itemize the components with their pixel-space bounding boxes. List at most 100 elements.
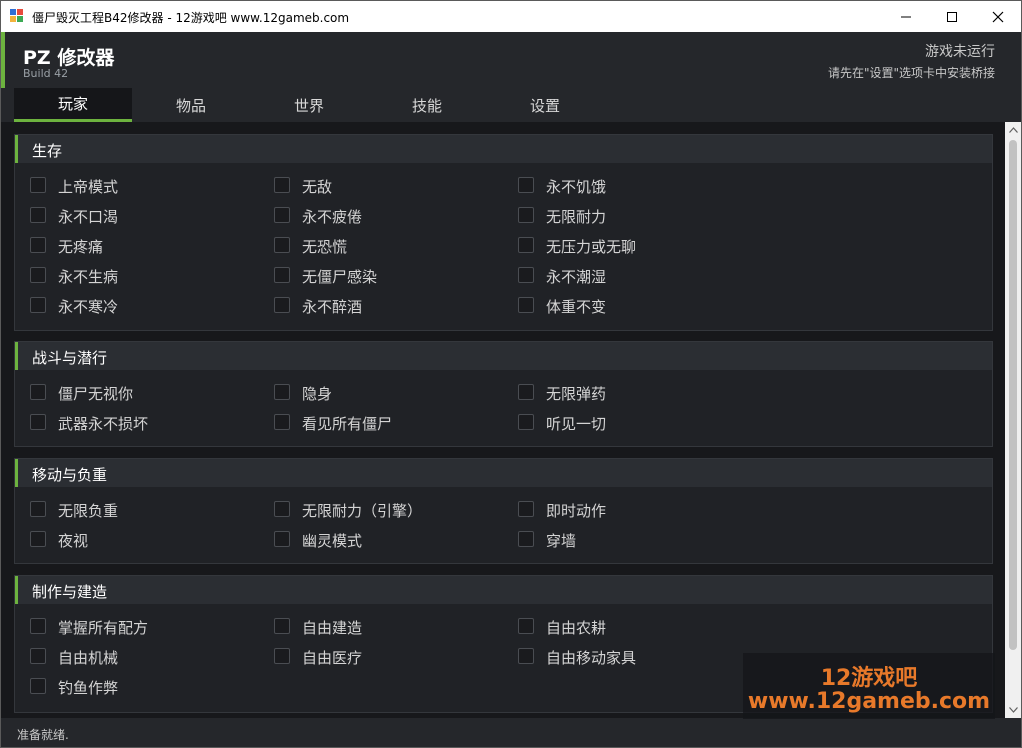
- option-label: 永不寒冷: [58, 298, 119, 316]
- scroll-down-button[interactable]: [1005, 702, 1021, 718]
- checkbox[interactable]: [518, 648, 534, 664]
- app-title: PZ 修改器: [23, 47, 115, 69]
- build-label: Build 42: [23, 67, 69, 80]
- tab-label: 物品: [175, 96, 206, 115]
- checkbox[interactable]: [518, 177, 534, 193]
- option-label: 无压力或无聊: [546, 238, 637, 256]
- option-label: 无限耐力（引擎）: [302, 502, 423, 520]
- checkbox[interactable]: [274, 414, 290, 430]
- checkbox[interactable]: [274, 267, 290, 283]
- scroll-up-button[interactable]: [1005, 122, 1021, 138]
- maximize-button[interactable]: [929, 1, 975, 32]
- tab-settings[interactable]: 设置: [486, 88, 604, 122]
- checkbox[interactable]: [30, 297, 46, 313]
- close-icon: [992, 11, 1004, 22]
- section-movement-weight: 移动与负重 无限负重 无限耐力（引擎） 即时动作 夜视 幽灵模式 穿墙: [14, 458, 993, 564]
- maximize-icon: [947, 11, 957, 22]
- tab-label: 世界: [293, 96, 324, 115]
- app-window-icon: [10, 9, 24, 23]
- watermark-url: www.12gameb.com: [747, 689, 991, 714]
- option-label: 即时动作: [546, 502, 607, 520]
- option-label: 永不醉酒: [302, 298, 363, 316]
- section-title: 生存: [32, 142, 63, 160]
- window-title: 僵尸毁灭工程B42修改器 - 12游戏吧 www.12gameb.com: [32, 11, 350, 25]
- checkbox[interactable]: [518, 207, 534, 223]
- checkbox[interactable]: [274, 297, 290, 313]
- minimize-button[interactable]: [883, 1, 929, 32]
- checkbox[interactable]: [518, 618, 534, 634]
- checkbox[interactable]: [274, 384, 290, 400]
- tab-skills[interactable]: 技能: [368, 88, 486, 122]
- tab-items[interactable]: 物品: [132, 88, 250, 122]
- checkbox[interactable]: [518, 297, 534, 313]
- minimize-icon: [901, 16, 911, 17]
- checkbox[interactable]: [274, 207, 290, 223]
- game-status: 游戏未运行: [925, 44, 995, 60]
- status-bar: 准备就绪.: [1, 718, 1021, 747]
- vertical-scrollbar[interactable]: [1005, 122, 1021, 718]
- checkbox[interactable]: [518, 384, 534, 400]
- scrollbar-thumb[interactable]: [1009, 140, 1017, 650]
- section-title: 战斗与潜行: [32, 349, 108, 367]
- header-accent-bar: [1, 32, 5, 88]
- checkbox[interactable]: [518, 414, 534, 430]
- checkbox[interactable]: [30, 648, 46, 664]
- tab-content-player: 生存 上帝模式 无敌 永不饥饿 永不口渴 永不疲倦 无限耐力 无疼痛 无恐慌 无…: [1, 122, 1005, 718]
- tab-label: 玩家: [57, 95, 88, 113]
- section-header: 生存: [15, 135, 992, 163]
- option-label: 上帝模式: [58, 178, 119, 196]
- option-label: 无恐慌: [302, 238, 348, 256]
- checkbox[interactable]: [274, 177, 290, 193]
- checkbox[interactable]: [30, 177, 46, 193]
- option-label: 幽灵模式: [302, 532, 363, 550]
- checkbox[interactable]: [274, 501, 290, 517]
- option-label: 永不生病: [58, 268, 119, 286]
- option-label: 僵尸无视你: [58, 385, 134, 403]
- checkbox[interactable]: [518, 501, 534, 517]
- watermark-site-name: 12游戏吧: [820, 666, 918, 691]
- section-title: 制作与建造: [32, 583, 108, 601]
- section-header: 战斗与潜行: [15, 342, 992, 370]
- checkbox[interactable]: [30, 531, 46, 547]
- checkbox[interactable]: [30, 414, 46, 430]
- option-label: 永不口渴: [58, 208, 119, 226]
- checkbox[interactable]: [274, 648, 290, 664]
- checkbox[interactable]: [30, 384, 46, 400]
- watermark: 12游戏吧 www.12gameb.com: [743, 653, 995, 719]
- option-label: 永不疲倦: [302, 208, 363, 226]
- option-label: 无限弹药: [546, 385, 607, 403]
- checkbox[interactable]: [30, 618, 46, 634]
- option-label: 无僵尸感染: [302, 268, 378, 286]
- tab-world[interactable]: 世界: [250, 88, 368, 122]
- option-label: 隐身: [302, 385, 333, 403]
- option-label: 自由移动家具: [546, 649, 637, 667]
- checkbox[interactable]: [30, 678, 46, 694]
- status-hint: 请先在"设置"选项卡中安装桥接: [827, 66, 995, 80]
- close-button[interactable]: [975, 1, 1021, 32]
- section-survival: 生存 上帝模式 无敌 永不饥饿 永不口渴 永不疲倦 无限耐力 无疼痛 无恐慌 无…: [14, 134, 993, 331]
- checkbox[interactable]: [518, 237, 534, 253]
- section-combat-stealth: 战斗与潜行 僵尸无视你 隐身 无限弹药 武器永不损坏 看见所有僵尸 听见一切: [14, 341, 993, 447]
- checkbox[interactable]: [518, 267, 534, 283]
- option-label: 夜视: [58, 532, 89, 550]
- section-header: 制作与建造: [15, 576, 992, 604]
- option-label: 无限耐力: [546, 208, 607, 226]
- option-label: 自由医疗: [302, 649, 363, 667]
- tab-label: 技能: [411, 96, 442, 115]
- checkbox[interactable]: [274, 237, 290, 253]
- tab-player[interactable]: 玩家: [14, 88, 132, 122]
- checkbox[interactable]: [30, 267, 46, 283]
- checkbox[interactable]: [274, 531, 290, 547]
- checkbox[interactable]: [30, 207, 46, 223]
- checkbox[interactable]: [30, 501, 46, 517]
- checkbox[interactable]: [274, 618, 290, 634]
- option-label: 掌握所有配方: [58, 619, 149, 637]
- checkbox[interactable]: [518, 531, 534, 547]
- option-label: 体重不变: [546, 298, 607, 316]
- checkbox[interactable]: [30, 237, 46, 253]
- chevron-down-icon: [1008, 707, 1018, 713]
- status-text: 准备就绪.: [17, 728, 69, 742]
- option-label: 自由机械: [58, 649, 119, 667]
- tab-label: 设置: [529, 96, 560, 115]
- option-label: 穿墙: [546, 532, 577, 550]
